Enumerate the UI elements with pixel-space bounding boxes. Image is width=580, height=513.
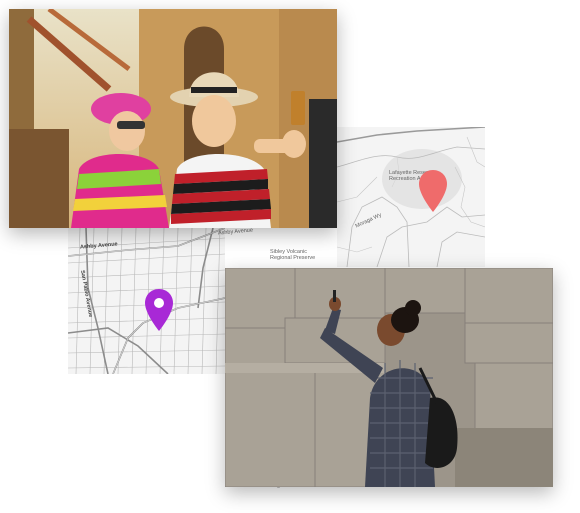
map-label-ashby-avenue-2: Ashby Avenue bbox=[217, 227, 254, 237]
map-berkeley: Ashby Avenue Ashby Avenue San Pablo Aven… bbox=[68, 227, 315, 489]
map-lafayette: Lafayette Reserv Recreation Ar Moraga Wy bbox=[337, 127, 485, 267]
woman-photo bbox=[225, 268, 553, 487]
map-lafayette-roads bbox=[337, 127, 485, 267]
location-pin-icon bbox=[145, 289, 173, 331]
map-label-sibley-visible: Sibley Volcanic Regional Preserve bbox=[270, 249, 316, 261]
location-pin-icon bbox=[419, 170, 447, 212]
woman-photo-illustration bbox=[225, 268, 553, 487]
kids-photo bbox=[9, 9, 337, 228]
kids-photo-illustration bbox=[9, 9, 337, 228]
